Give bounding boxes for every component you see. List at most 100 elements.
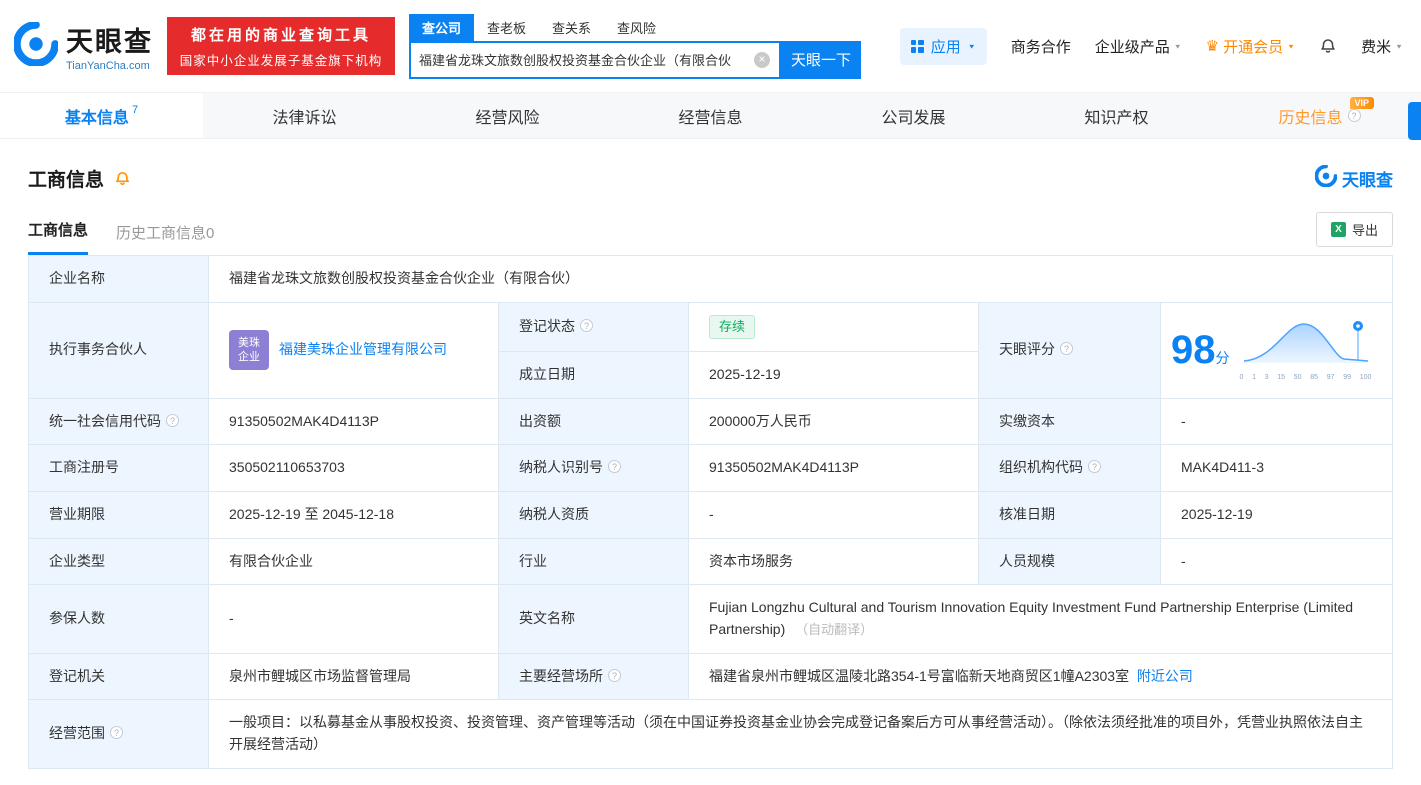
- side-float-widget[interactable]: [1408, 102, 1421, 140]
- help-icon[interactable]: ?: [1088, 460, 1101, 474]
- clear-search-icon[interactable]: ×: [754, 51, 770, 68]
- address-cell: 福建省泉州市鲤城区温陵北路354-1号富临新天地商贸区1幢A2303室 附近公司: [688, 652, 1393, 701]
- tab-operation-risk[interactable]: 经营风险: [406, 93, 609, 138]
- tab-operation-label: 经营信息: [678, 109, 743, 127]
- company-type-value: 有限合伙企业: [208, 537, 499, 586]
- tab-company-development[interactable]: 公司发展: [812, 93, 1015, 138]
- table-row: 工商注册号 350502110653703 纳税人识别号? 91350502MA…: [28, 444, 1393, 492]
- search-input[interactable]: [411, 52, 754, 67]
- capital-label: 出资额: [498, 397, 689, 446]
- tianyancha-watermark: 天眼查: [1314, 164, 1393, 192]
- taxpayer-quality-value: -: [688, 490, 979, 539]
- nav-open-membership[interactable]: ♛ 开通会员 ▼: [1206, 36, 1295, 57]
- approval-date-value: 2025-12-19: [1160, 490, 1393, 539]
- insured-count-value: -: [208, 584, 499, 654]
- staff-size-label: 人员规模: [978, 537, 1161, 586]
- reg-status-label: 登记状态?: [498, 301, 689, 352]
- tab-history-label: 历史信息: [1278, 109, 1343, 127]
- table-row: 登记机关 泉州市鲤城区市场监督管理局 主要经营场所? 福建省泉州市鲤城区温陵北路…: [28, 652, 1393, 701]
- help-icon[interactable]: ?: [110, 726, 123, 740]
- staff-size-value: -: [1160, 537, 1393, 586]
- nearby-companies-link[interactable]: 附近公司: [1137, 668, 1193, 684]
- user-menu[interactable]: 费米 ▼: [1361, 36, 1403, 57]
- business-term-label: 营业期限: [28, 490, 209, 539]
- subscribe-bell-icon[interactable]: [114, 169, 131, 188]
- est-date-label: 成立日期: [498, 350, 689, 399]
- search-tab-company[interactable]: 查公司: [409, 13, 475, 41]
- score-cell: 98分 0 1 3 15 50 85 97 99 100: [1160, 301, 1393, 399]
- vip-badge: VIP: [1349, 97, 1375, 109]
- search-tab-relation[interactable]: 查关系: [539, 14, 604, 41]
- search-tab-boss[interactable]: 查老板: [474, 14, 539, 41]
- reg-number-label: 工商注册号: [28, 444, 209, 492]
- top-bar: 天眼查 TianYanCha.com 都在用的商业查询工具 国家中小企业发展子基…: [0, 0, 1421, 92]
- est-date-value: 2025-12-19: [688, 350, 979, 399]
- partner-logo-line2: 企业: [238, 351, 260, 364]
- table-row: 统一社会信用代码? 91350502MAK4D4113P 出资额 200000万…: [28, 397, 1393, 446]
- tab-intellectual-property[interactable]: 知识产权: [1015, 93, 1218, 138]
- tab-legal-litigation[interactable]: 法律诉讼: [203, 93, 406, 138]
- insured-count-label: 参保人数: [28, 584, 209, 654]
- help-icon[interactable]: ?: [166, 413, 179, 427]
- score-unit: 分: [1215, 350, 1230, 367]
- search-button[interactable]: 天眼一下: [781, 40, 861, 79]
- tab-basic-info[interactable]: 基本信息 7: [0, 93, 203, 138]
- credit-code-label: 统一社会信用代码?: [28, 397, 209, 446]
- search-tab-risk[interactable]: 查风险: [604, 14, 669, 41]
- logo-title: 天眼查: [66, 27, 153, 57]
- subtab-business-info[interactable]: 工商信息: [28, 219, 89, 255]
- table-row: 营业期限 2025-12-19 至 2045-12-18 纳税人资质 - 核准日…: [28, 490, 1393, 539]
- nav-cooperation[interactable]: 商务合作: [1011, 36, 1071, 57]
- managing-partner-cell: 美珠 企业 福建美珠企业管理有限公司: [208, 301, 499, 399]
- english-name-cell: Fujian Longzhu Cultural and Tourism Inno…: [688, 584, 1393, 654]
- tab-development-label: 公司发展: [881, 109, 946, 127]
- help-icon[interactable]: ?: [1060, 342, 1073, 356]
- capital-value: 200000万人民币: [688, 397, 979, 446]
- promo-banner: 都在用的商业查询工具 国家中小企业发展子基金旗下机构: [167, 17, 395, 75]
- tab-legal-label: 法律诉讼: [272, 109, 337, 127]
- export-button[interactable]: X 导出: [1315, 212, 1393, 247]
- address-value: 福建省泉州市鲤城区温陵北路354-1号富临新天地商贸区1幢A2303室: [709, 667, 1130, 684]
- table-row: 经营范围? 一般项目：以私募基金从事股权投资、投资管理、资产管理等活动（须在中国…: [28, 699, 1393, 769]
- status-badge: 存续: [709, 314, 756, 339]
- company-nav-tabs: 基本信息 7 法律诉讼 经营风险 经营信息 公司发展 知识产权 VIP 历史信息…: [0, 92, 1421, 139]
- partner-company-link[interactable]: 福建美珠企业管理有限公司: [279, 339, 447, 361]
- excel-icon: X: [1330, 222, 1346, 237]
- business-scope-label: 经营范围?: [28, 699, 209, 769]
- industry-label: 行业: [498, 537, 689, 586]
- export-label: 导出: [1351, 223, 1378, 238]
- chevron-down-icon: ▼: [1287, 42, 1296, 50]
- taxpayer-id-value: 91350502MAK4D4113P: [688, 444, 979, 492]
- company-name-value: 福建省龙珠文旅数创股权投资基金合伙企业（有限合伙）: [208, 255, 1393, 303]
- partner-logo[interactable]: 美珠 企业: [229, 330, 269, 371]
- score-value: 98: [1171, 328, 1216, 373]
- address-label: 主要经营场所?: [498, 652, 689, 701]
- crown-icon: ♛: [1205, 38, 1220, 55]
- company-type-label: 企业类型: [28, 537, 209, 586]
- tab-history-info[interactable]: VIP 历史信息 ?: [1218, 93, 1421, 138]
- help-icon[interactable]: ?: [580, 318, 593, 332]
- search-box: ×: [409, 40, 781, 79]
- nav-enterprise-products[interactable]: 企业级产品 ▼: [1095, 36, 1182, 57]
- tianyancha-logo[interactable]: 天眼查 TianYanCha.com: [13, 20, 153, 72]
- enterprise-label: 企业级产品: [1094, 38, 1170, 56]
- org-code-label: 组织机构代码?: [978, 444, 1161, 492]
- score-label: 天眼评分?: [978, 301, 1161, 399]
- partner-logo-line1: 美珠: [238, 336, 260, 349]
- industry-value: 资本市场服务: [688, 537, 979, 586]
- score-chart: 0 1 3 15 50 85 97 99 100: [1240, 317, 1372, 384]
- help-icon[interactable]: ?: [608, 460, 621, 474]
- help-icon[interactable]: ?: [608, 668, 621, 682]
- tab-operation-info[interactable]: 经营信息: [609, 93, 812, 138]
- table-row: 参保人数 - 英文名称 Fujian Longzhu Cultural and …: [28, 584, 1393, 654]
- reg-authority-value: 泉州市鲤城区市场监督管理局: [208, 652, 499, 701]
- reg-number-value: 350502110653703: [208, 444, 499, 492]
- chevron-down-icon: ▼: [1173, 42, 1182, 50]
- subtab-history-business-info[interactable]: 历史工商信息0: [116, 222, 214, 255]
- apps-menu[interactable]: 应用 ▼: [899, 27, 987, 65]
- reg-status-label-text: 登记状态: [519, 317, 575, 334]
- notifications-bell-icon[interactable]: [1319, 36, 1337, 56]
- company-name-label: 企业名称: [28, 255, 209, 303]
- help-icon[interactable]: ?: [1347, 109, 1361, 122]
- paid-capital-value: -: [1160, 397, 1393, 446]
